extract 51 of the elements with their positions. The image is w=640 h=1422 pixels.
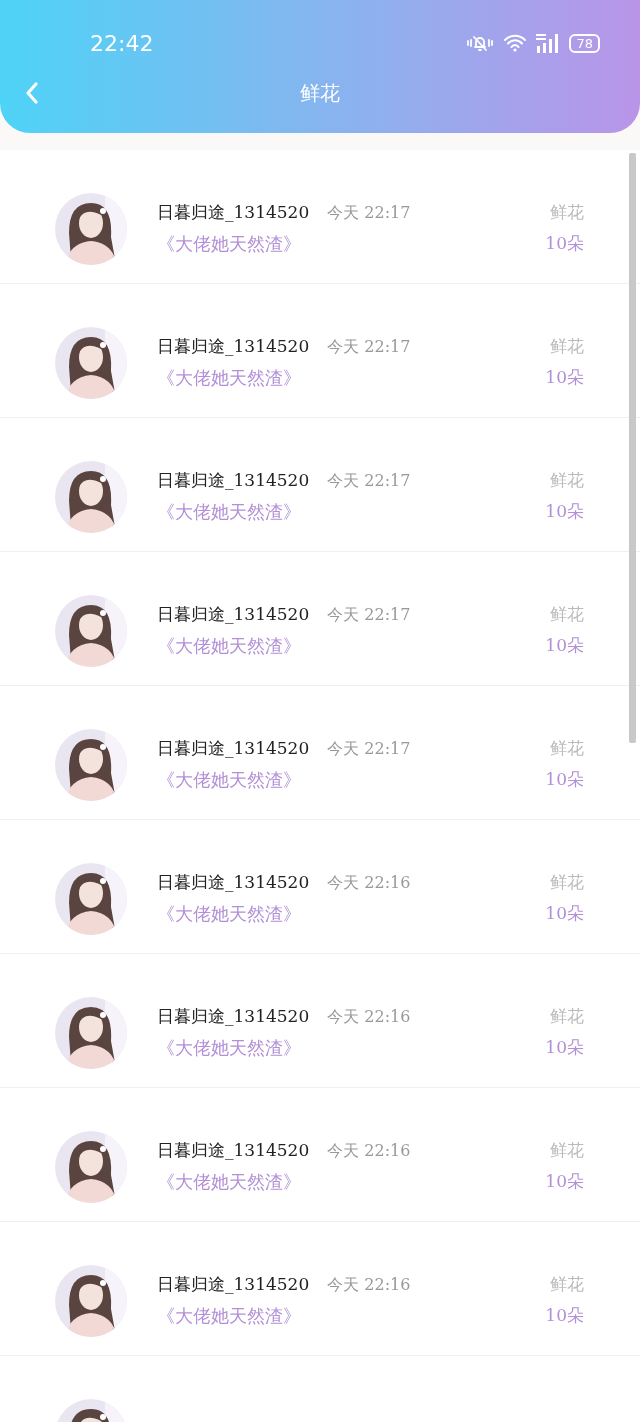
- gift-amount: 10朵: [545, 768, 584, 791]
- user-name: 日暮归途_1314520: [157, 335, 310, 358]
- gift-amount: 10朵: [545, 1170, 584, 1193]
- user-name: 日暮归途_1314520: [157, 1139, 310, 1162]
- gift-time: 今天 22:17: [327, 471, 411, 492]
- book-title: 《大佬她天然渣》: [157, 768, 302, 792]
- book-title: 《大佬她天然渣》: [157, 1036, 302, 1060]
- back-icon[interactable]: [24, 81, 40, 105]
- book-title: 《大佬她天然渣》: [157, 232, 302, 256]
- gift-amount: 10朵: [545, 500, 584, 523]
- gift-amount: 10朵: [545, 902, 584, 925]
- user-name: 日暮归途_1314520: [157, 737, 310, 760]
- gift-amount: 10朵: [545, 1036, 584, 1059]
- gift-type: 鲜花: [550, 737, 584, 760]
- gift-type: 鲜花: [550, 469, 584, 492]
- gift-amount: 10朵: [545, 366, 584, 389]
- book-title: 《大佬她天然渣》: [157, 634, 302, 658]
- book-title: 《大佬她天然渣》: [157, 500, 302, 524]
- book-title: 《大佬她天然渣》: [157, 902, 302, 926]
- gift-type: 鲜花: [550, 1005, 584, 1028]
- status-time: 22:42: [90, 30, 154, 56]
- user-name: 日暮归途_1314520: [157, 201, 310, 224]
- gift-type: 鲜花: [550, 603, 584, 626]
- gift-type: 鲜花: [550, 1139, 584, 1162]
- gift-time: 今天 22:16: [327, 1141, 411, 1162]
- gift-time: 今天 22:17: [327, 605, 411, 626]
- page-title: 鲜花: [300, 79, 340, 107]
- gift-time: 今天 22:16: [327, 873, 411, 894]
- gift-time: 今天 22:17: [327, 203, 411, 224]
- wifi-icon: [503, 34, 528, 52]
- user-name: 日暮归途_1314520: [157, 603, 310, 626]
- gift-amount: 10朵: [545, 634, 584, 657]
- user-name: 日暮归途_1314520: [157, 871, 310, 894]
- gift-time: 今天 22:17: [327, 739, 411, 760]
- gift-type: 鲜花: [550, 1273, 584, 1296]
- muted-bell-icon: [465, 34, 496, 52]
- gift-type: 鲜花: [550, 871, 584, 894]
- gift-amount: 10朵: [545, 232, 584, 255]
- book-title: 《大佬她天然渣》: [157, 1170, 302, 1194]
- book-title: 《大佬她天然渣》: [157, 366, 302, 390]
- gift-time: 今天 22:16: [327, 1007, 411, 1028]
- gift-time: 今天 22:16: [327, 1275, 411, 1296]
- gift-type: 鲜花: [550, 335, 584, 358]
- user-name: 日暮归途_1314520: [157, 1005, 310, 1028]
- user-name: 日暮归途_1314520: [157, 469, 310, 492]
- gift-time: 今天 22:17: [327, 337, 411, 358]
- user-name: 日暮归途_1314520: [157, 1273, 310, 1296]
- gift-type: 鲜花: [550, 201, 584, 224]
- book-title: 《大佬她天然渣》: [157, 1304, 302, 1328]
- gift-amount: 10朵: [545, 1304, 584, 1327]
- battery-indicator: 78: [569, 33, 600, 53]
